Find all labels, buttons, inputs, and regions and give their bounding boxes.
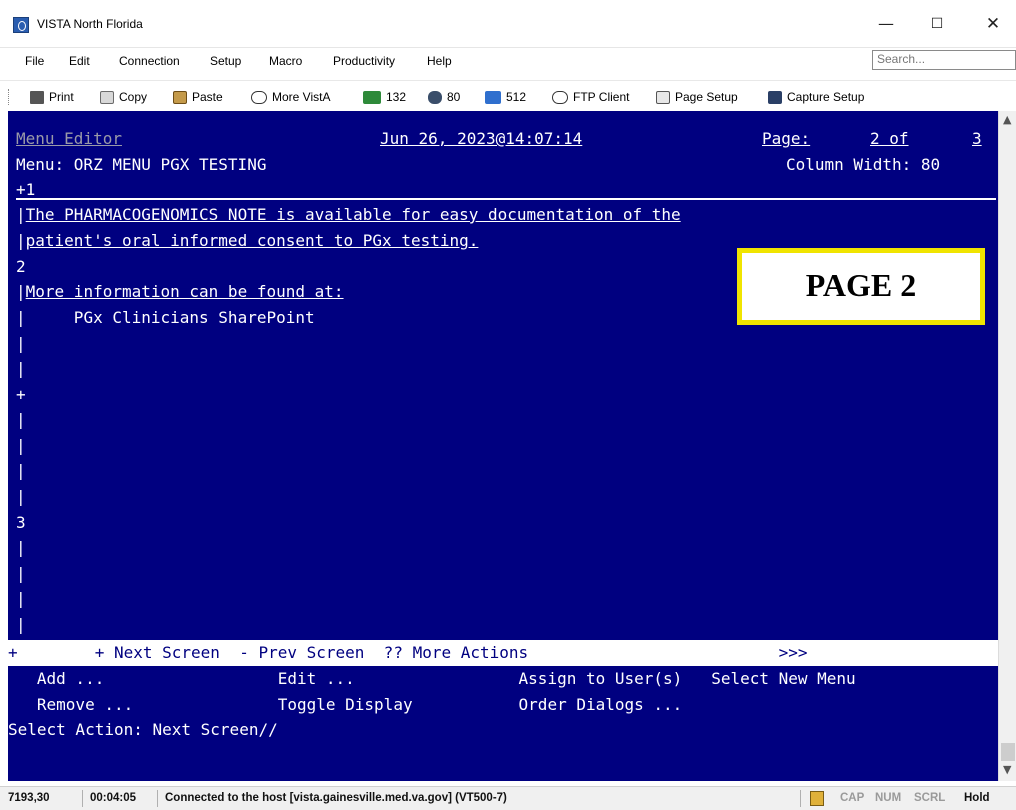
more-vista-label: More VistA bbox=[272, 90, 331, 104]
text-line-1-content: The PHARMACOGENOMICS NOTE is available f… bbox=[25, 205, 681, 224]
menu-productivity[interactable]: Productivity bbox=[333, 54, 395, 68]
pipe-line: | bbox=[16, 461, 26, 480]
terminal-header: Menu Editor bbox=[16, 126, 122, 152]
columns-132-label: 132 bbox=[386, 90, 407, 104]
copy-button[interactable]: Copy bbox=[100, 88, 147, 106]
hold-indicator: Hold bbox=[964, 792, 990, 804]
buffer-512-button[interactable]: 512 bbox=[485, 88, 526, 106]
session-time: 00:04:05 bbox=[90, 792, 137, 804]
paste-button[interactable]: Paste bbox=[173, 88, 223, 106]
scroll-lock-indicator: SCRL bbox=[914, 792, 946, 804]
pipe-line: | bbox=[16, 564, 26, 583]
buffer-512-label: 512 bbox=[506, 90, 527, 104]
ftp-icon bbox=[552, 90, 568, 104]
maximize-button[interactable]: ☐ bbox=[922, 12, 952, 36]
vertical-scrollbar[interactable]: ▲ ▼ bbox=[998, 111, 1016, 781]
ftp-client-button[interactable]: FTP Client bbox=[552, 88, 629, 106]
printer-icon bbox=[30, 90, 44, 104]
search-input[interactable]: Search... bbox=[872, 50, 1016, 70]
divider-line bbox=[16, 198, 996, 200]
terminal-screen[interactable]: Menu Editor Jun 26, 2023@14:07:14 Page: … bbox=[8, 111, 998, 781]
scroll-down-icon[interactable]: ▼ bbox=[1003, 763, 1011, 776]
status-divider bbox=[157, 790, 158, 807]
status-divider bbox=[800, 790, 801, 807]
screen-title: Menu Editor bbox=[16, 129, 122, 148]
actions-row-2: Remove ... Toggle Display Order Dialogs … bbox=[8, 695, 683, 714]
copy-label: Copy bbox=[119, 90, 148, 104]
columns-132-button[interactable]: 132 bbox=[363, 88, 406, 106]
select-action-prompt[interactable]: Select Action: Next Screen// bbox=[8, 717, 278, 743]
buffer-512-icon bbox=[485, 90, 501, 104]
page-setup-button[interactable]: Page Setup bbox=[656, 88, 738, 106]
caps-indicator: CAP bbox=[840, 792, 865, 804]
menu-macro[interactable]: Macro bbox=[269, 54, 302, 68]
status-divider bbox=[82, 790, 83, 807]
columns-80-label: 80 bbox=[447, 90, 461, 104]
menu-name-line: Menu: ORZ MENU PGX TESTING bbox=[16, 155, 267, 174]
vista-app-icon bbox=[13, 17, 29, 33]
lock-icon bbox=[810, 791, 824, 806]
pipe-line: | bbox=[16, 615, 26, 634]
header-page-label: Page: bbox=[762, 129, 811, 148]
close-button[interactable]: ✕ bbox=[978, 12, 1008, 36]
window-title: VISTA North Florida bbox=[37, 17, 143, 31]
plus-marker: + bbox=[16, 385, 26, 404]
item-number-2: 2 bbox=[16, 257, 26, 276]
status-bar: 7193,30 00:04:05 Connected to the host [… bbox=[0, 786, 1016, 810]
scroll-thumb[interactable] bbox=[1001, 743, 1015, 761]
columns-132-icon bbox=[363, 90, 381, 104]
columns-80-button[interactable]: 80 bbox=[428, 88, 460, 106]
text-line-2: |patient's oral informed consent to PGx … bbox=[16, 231, 479, 250]
menu-edit[interactable]: Edit bbox=[69, 54, 90, 68]
scroll-up-icon[interactable]: ▲ bbox=[1003, 113, 1011, 126]
page-2-callout: PAGE 2 bbox=[737, 248, 985, 325]
pipe-line: | bbox=[16, 538, 26, 557]
text-line-4: | PGx Clinicians SharePoint bbox=[16, 308, 315, 327]
page-setup-icon bbox=[656, 90, 670, 104]
more-vista-icon bbox=[251, 90, 267, 104]
command-bar: + + Next Screen - Prev Screen ?? More Ac… bbox=[8, 640, 998, 666]
menu-file[interactable]: File bbox=[25, 54, 44, 68]
pipe-line: | bbox=[16, 410, 26, 429]
print-button[interactable]: Print bbox=[30, 88, 74, 106]
numlock-indicator: NUM bbox=[875, 792, 902, 804]
page-setup-label: Page Setup bbox=[675, 90, 738, 104]
ftp-client-label: FTP Client bbox=[573, 90, 630, 104]
capture-setup-button[interactable]: Capture Setup bbox=[768, 88, 864, 106]
menu-setup[interactable]: Setup bbox=[210, 54, 241, 68]
header-date: Jun 26, 2023@14:07:14 bbox=[380, 129, 583, 148]
pipe-line: | bbox=[16, 436, 26, 455]
columns-80-icon bbox=[428, 90, 442, 104]
title-bar: VISTA North Florida — ☐ ✕ bbox=[0, 0, 1016, 48]
pipe-line: | bbox=[16, 359, 26, 378]
pipe-line: | bbox=[16, 589, 26, 608]
text-line-3: |More information can be found at: bbox=[16, 282, 344, 301]
item-number-3: 3 bbox=[16, 513, 26, 532]
text-line-2-content: patient's oral informed consent to PGx t… bbox=[25, 231, 479, 250]
header-page-value: 2 of bbox=[870, 129, 909, 148]
menu-bar: File Edit Connection Setup Macro Product… bbox=[0, 48, 1016, 74]
pipe-line: | bbox=[16, 487, 26, 506]
connection-status: Connected to the host [vista.gainesville… bbox=[165, 792, 507, 804]
cursor-position: 7193,30 bbox=[8, 792, 50, 804]
menu-connection[interactable]: Connection bbox=[119, 54, 180, 68]
capture-setup-label: Capture Setup bbox=[787, 90, 865, 104]
copy-icon bbox=[100, 90, 114, 104]
menu-help[interactable]: Help bbox=[427, 54, 452, 68]
header-page-total: 3 bbox=[972, 129, 982, 148]
pipe-line: | bbox=[16, 334, 26, 353]
paste-icon bbox=[173, 90, 187, 104]
print-label: Print bbox=[49, 90, 74, 104]
toolbar-grip[interactable] bbox=[8, 89, 11, 105]
toolbar: Print Copy Paste More VistA 132 80 512 F… bbox=[0, 80, 1016, 110]
minimize-button[interactable]: — bbox=[871, 12, 901, 36]
text-line-3-content: More information can be found at: bbox=[25, 282, 344, 301]
text-line-4-content: PGx Clinicians SharePoint bbox=[25, 308, 315, 327]
more-vista-button[interactable]: More VistA bbox=[251, 88, 330, 106]
column-width: Column Width: 80 bbox=[786, 155, 941, 174]
text-line-1: |The PHARMACOGENOMICS NOTE is available … bbox=[16, 205, 681, 224]
actions-row-1: Add ... Edit ... Assign to User(s) Selec… bbox=[8, 669, 856, 688]
capture-icon bbox=[768, 90, 782, 104]
paste-label: Paste bbox=[192, 90, 223, 104]
